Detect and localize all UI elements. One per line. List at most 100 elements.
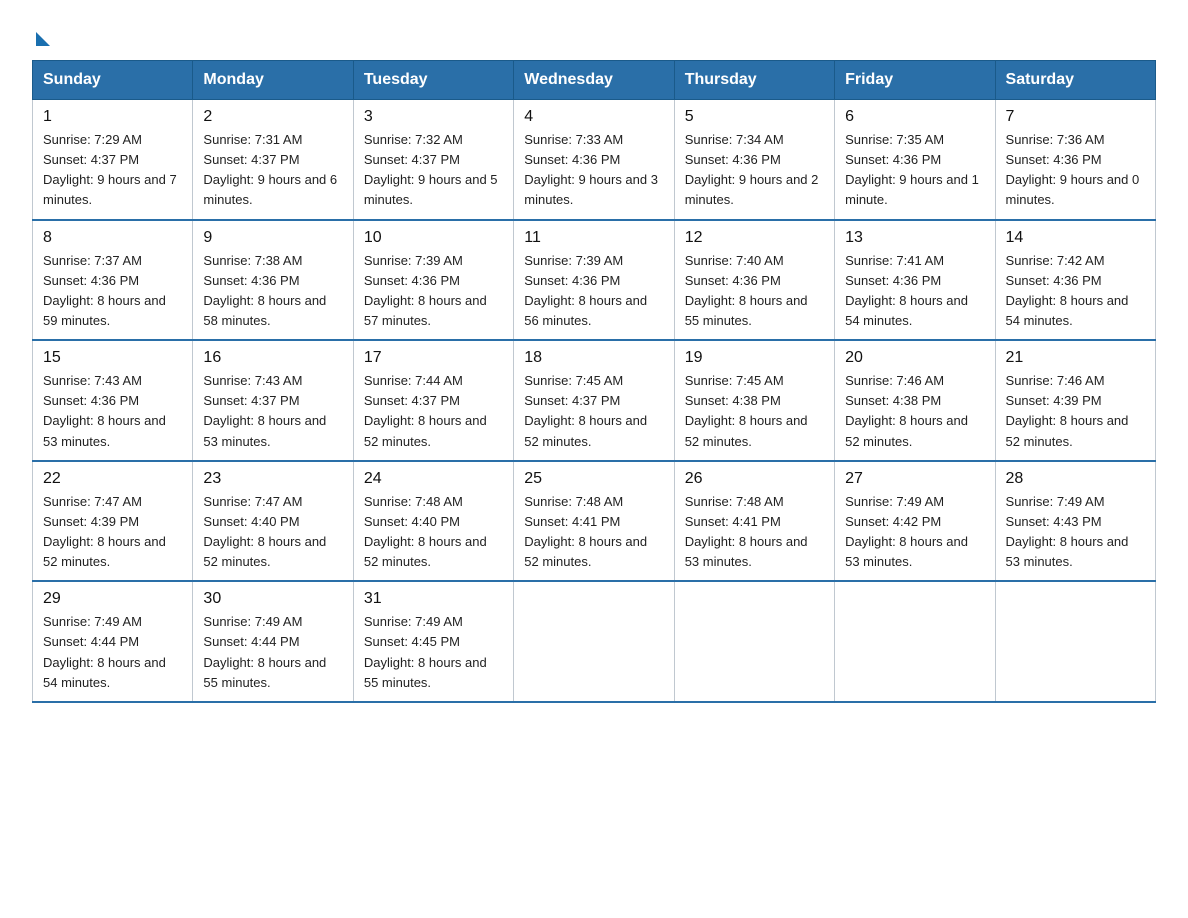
day-number: 11 [524,229,663,247]
calendar-cell: 27 Sunrise: 7:49 AMSunset: 4:42 PMDaylig… [835,461,995,582]
day-number: 25 [524,470,663,488]
column-header-thursday: Thursday [674,61,834,100]
calendar-cell [835,581,995,702]
calendar-week-row: 8 Sunrise: 7:37 AMSunset: 4:36 PMDayligh… [33,220,1156,341]
calendar-cell: 10 Sunrise: 7:39 AMSunset: 4:36 PMDaylig… [353,220,513,341]
day-info: Sunrise: 7:36 AMSunset: 4:36 PMDaylight:… [1006,130,1145,211]
calendar-cell: 2 Sunrise: 7:31 AMSunset: 4:37 PMDayligh… [193,100,353,220]
day-number: 16 [203,349,342,367]
day-info: Sunrise: 7:38 AMSunset: 4:36 PMDaylight:… [203,251,342,332]
calendar-cell: 31 Sunrise: 7:49 AMSunset: 4:45 PMDaylig… [353,581,513,702]
day-info: Sunrise: 7:49 AMSunset: 4:42 PMDaylight:… [845,492,984,573]
logo [32,24,50,48]
calendar-cell: 28 Sunrise: 7:49 AMSunset: 4:43 PMDaylig… [995,461,1155,582]
calendar-cell: 13 Sunrise: 7:41 AMSunset: 4:36 PMDaylig… [835,220,995,341]
calendar-cell: 29 Sunrise: 7:49 AMSunset: 4:44 PMDaylig… [33,581,193,702]
day-info: Sunrise: 7:35 AMSunset: 4:36 PMDaylight:… [845,130,984,211]
column-header-friday: Friday [835,61,995,100]
day-info: Sunrise: 7:31 AMSunset: 4:37 PMDaylight:… [203,130,342,211]
day-number: 27 [845,470,984,488]
day-number: 28 [1006,470,1145,488]
calendar-week-row: 1 Sunrise: 7:29 AMSunset: 4:37 PMDayligh… [33,100,1156,220]
calendar-cell [674,581,834,702]
day-info: Sunrise: 7:37 AMSunset: 4:36 PMDaylight:… [43,251,182,332]
column-header-tuesday: Tuesday [353,61,513,100]
day-info: Sunrise: 7:48 AMSunset: 4:41 PMDaylight:… [524,492,663,573]
day-info: Sunrise: 7:47 AMSunset: 4:39 PMDaylight:… [43,492,182,573]
day-number: 29 [43,590,182,608]
day-info: Sunrise: 7:46 AMSunset: 4:38 PMDaylight:… [845,371,984,452]
day-info: Sunrise: 7:41 AMSunset: 4:36 PMDaylight:… [845,251,984,332]
calendar-cell: 11 Sunrise: 7:39 AMSunset: 4:36 PMDaylig… [514,220,674,341]
calendar-week-row: 29 Sunrise: 7:49 AMSunset: 4:44 PMDaylig… [33,581,1156,702]
day-info: Sunrise: 7:43 AMSunset: 4:36 PMDaylight:… [43,371,182,452]
calendar-cell: 8 Sunrise: 7:37 AMSunset: 4:36 PMDayligh… [33,220,193,341]
day-info: Sunrise: 7:32 AMSunset: 4:37 PMDaylight:… [364,130,503,211]
day-number: 20 [845,349,984,367]
calendar-cell: 9 Sunrise: 7:38 AMSunset: 4:36 PMDayligh… [193,220,353,341]
day-info: Sunrise: 7:39 AMSunset: 4:36 PMDaylight:… [524,251,663,332]
calendar-cell: 26 Sunrise: 7:48 AMSunset: 4:41 PMDaylig… [674,461,834,582]
day-info: Sunrise: 7:49 AMSunset: 4:44 PMDaylight:… [43,612,182,693]
day-info: Sunrise: 7:46 AMSunset: 4:39 PMDaylight:… [1006,371,1145,452]
day-info: Sunrise: 7:49 AMSunset: 4:44 PMDaylight:… [203,612,342,693]
day-number: 31 [364,590,503,608]
calendar-cell [995,581,1155,702]
day-number: 13 [845,229,984,247]
calendar-cell: 16 Sunrise: 7:43 AMSunset: 4:37 PMDaylig… [193,340,353,461]
calendar-cell: 6 Sunrise: 7:35 AMSunset: 4:36 PMDayligh… [835,100,995,220]
day-info: Sunrise: 7:44 AMSunset: 4:37 PMDaylight:… [364,371,503,452]
day-number: 1 [43,108,182,126]
column-header-wednesday: Wednesday [514,61,674,100]
day-number: 9 [203,229,342,247]
day-number: 21 [1006,349,1145,367]
day-number: 4 [524,108,663,126]
day-info: Sunrise: 7:49 AMSunset: 4:45 PMDaylight:… [364,612,503,693]
column-header-monday: Monday [193,61,353,100]
day-number: 18 [524,349,663,367]
calendar-cell: 23 Sunrise: 7:47 AMSunset: 4:40 PMDaylig… [193,461,353,582]
day-number: 14 [1006,229,1145,247]
calendar-cell: 22 Sunrise: 7:47 AMSunset: 4:39 PMDaylig… [33,461,193,582]
day-info: Sunrise: 7:33 AMSunset: 4:36 PMDaylight:… [524,130,663,211]
calendar-cell [514,581,674,702]
day-number: 30 [203,590,342,608]
day-number: 22 [43,470,182,488]
calendar-week-row: 15 Sunrise: 7:43 AMSunset: 4:36 PMDaylig… [33,340,1156,461]
day-number: 15 [43,349,182,367]
calendar-cell: 12 Sunrise: 7:40 AMSunset: 4:36 PMDaylig… [674,220,834,341]
calendar-cell: 19 Sunrise: 7:45 AMSunset: 4:38 PMDaylig… [674,340,834,461]
day-info: Sunrise: 7:43 AMSunset: 4:37 PMDaylight:… [203,371,342,452]
day-number: 10 [364,229,503,247]
calendar-cell: 4 Sunrise: 7:33 AMSunset: 4:36 PMDayligh… [514,100,674,220]
calendar-cell: 18 Sunrise: 7:45 AMSunset: 4:37 PMDaylig… [514,340,674,461]
day-number: 17 [364,349,503,367]
day-info: Sunrise: 7:39 AMSunset: 4:36 PMDaylight:… [364,251,503,332]
calendar-cell: 15 Sunrise: 7:43 AMSunset: 4:36 PMDaylig… [33,340,193,461]
day-number: 19 [685,349,824,367]
column-header-saturday: Saturday [995,61,1155,100]
calendar-cell: 14 Sunrise: 7:42 AMSunset: 4:36 PMDaylig… [995,220,1155,341]
day-info: Sunrise: 7:48 AMSunset: 4:40 PMDaylight:… [364,492,503,573]
day-number: 5 [685,108,824,126]
day-info: Sunrise: 7:45 AMSunset: 4:37 PMDaylight:… [524,371,663,452]
day-info: Sunrise: 7:42 AMSunset: 4:36 PMDaylight:… [1006,251,1145,332]
calendar-cell: 17 Sunrise: 7:44 AMSunset: 4:37 PMDaylig… [353,340,513,461]
day-number: 6 [845,108,984,126]
calendar-cell: 3 Sunrise: 7:32 AMSunset: 4:37 PMDayligh… [353,100,513,220]
calendar-table: SundayMondayTuesdayWednesdayThursdayFrid… [32,60,1156,703]
calendar-cell: 30 Sunrise: 7:49 AMSunset: 4:44 PMDaylig… [193,581,353,702]
day-info: Sunrise: 7:45 AMSunset: 4:38 PMDaylight:… [685,371,824,452]
day-info: Sunrise: 7:29 AMSunset: 4:37 PMDaylight:… [43,130,182,211]
page-header [32,24,1156,48]
day-info: Sunrise: 7:48 AMSunset: 4:41 PMDaylight:… [685,492,824,573]
calendar-cell: 7 Sunrise: 7:36 AMSunset: 4:36 PMDayligh… [995,100,1155,220]
day-number: 24 [364,470,503,488]
day-info: Sunrise: 7:47 AMSunset: 4:40 PMDaylight:… [203,492,342,573]
logo-triangle-icon [36,32,50,46]
day-info: Sunrise: 7:49 AMSunset: 4:43 PMDaylight:… [1006,492,1145,573]
calendar-cell: 1 Sunrise: 7:29 AMSunset: 4:37 PMDayligh… [33,100,193,220]
day-info: Sunrise: 7:40 AMSunset: 4:36 PMDaylight:… [685,251,824,332]
calendar-cell: 5 Sunrise: 7:34 AMSunset: 4:36 PMDayligh… [674,100,834,220]
day-number: 3 [364,108,503,126]
